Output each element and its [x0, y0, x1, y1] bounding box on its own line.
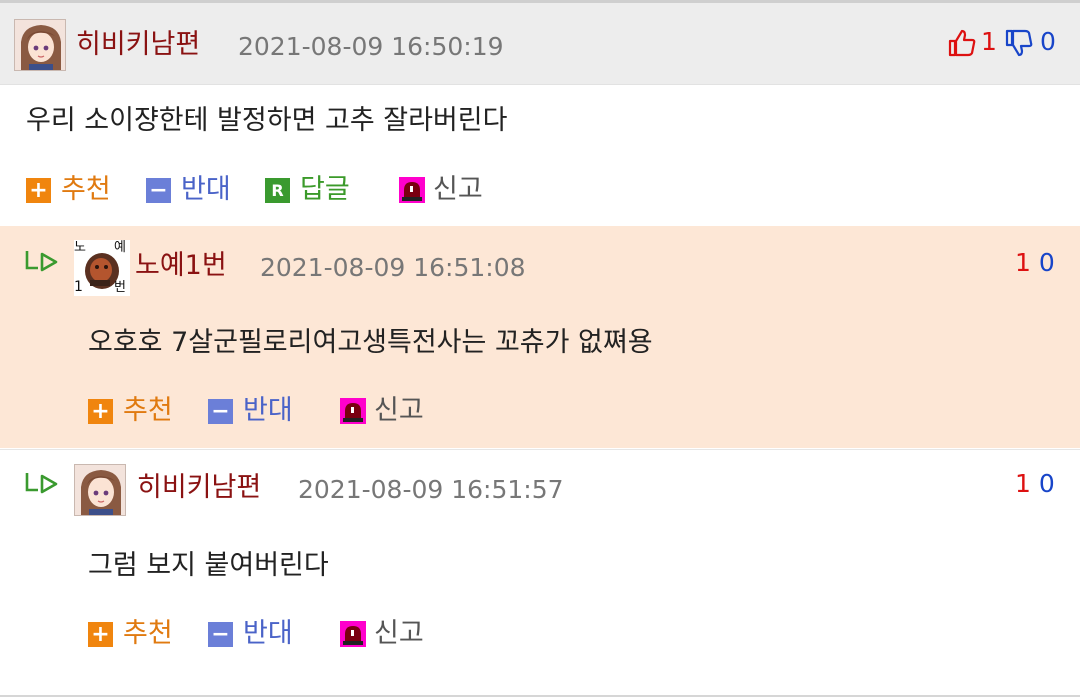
- comment-text: 오호호 7살군필로리여고생특전사는 꼬츄가 없쪄용: [88, 327, 653, 358]
- reply-arrow-icon: [25, 251, 58, 272]
- nickname[interactable]: 히비키남편: [76, 28, 200, 62]
- anime-girl-avatar-icon: [15, 20, 65, 70]
- minus-icon: −: [208, 621, 233, 647]
- oppose-button[interactable]: − 반대: [146, 173, 231, 207]
- recommend-label: 추천: [61, 174, 111, 205]
- comment-text: 그럼 보지 붙여버린다: [88, 550, 329, 581]
- report-button[interactable]: 신고: [340, 617, 424, 651]
- nickname[interactable]: 노예1번: [135, 249, 227, 283]
- thumbs-up-icon[interactable]: [947, 28, 977, 58]
- upvote-count: 1: [1015, 248, 1031, 277]
- oppose-label: 반대: [181, 174, 231, 205]
- report-button[interactable]: 신고: [340, 394, 424, 428]
- plus-icon: +: [26, 177, 51, 203]
- upvote-count: 1: [981, 27, 997, 56]
- downvote-count: 0: [1038, 469, 1055, 498]
- comment-date: 2021-08-09 16:51:57: [298, 475, 564, 504]
- downvote-count: 0: [1040, 27, 1056, 56]
- siren-icon: [340, 621, 366, 647]
- upvote-count: 1: [1015, 469, 1031, 498]
- avatar-glyph: 번: [114, 280, 126, 295]
- siren-icon: [399, 177, 425, 203]
- avatar-glyph: 노: [74, 240, 86, 255]
- divider: [0, 449, 1080, 450]
- comment-date: 2021-08-09 16:50:19: [238, 32, 504, 61]
- recommend-button[interactable]: + 추천: [88, 617, 173, 651]
- reply-button[interactable]: R 답글: [265, 173, 350, 207]
- recommend-label: 추천: [123, 618, 173, 649]
- downvote-count: 0: [1038, 248, 1055, 277]
- report-label: 신고: [374, 618, 424, 649]
- bottom-divider: [0, 695, 1080, 697]
- reply-r-icon: R: [265, 177, 290, 203]
- report-button[interactable]: 신고: [399, 173, 483, 207]
- recommend-button[interactable]: + 추천: [88, 394, 173, 428]
- avatar-glyph: 예: [114, 240, 126, 255]
- oppose-button[interactable]: − 반대: [208, 617, 293, 651]
- report-label: 신고: [374, 395, 424, 426]
- comment-header: 히비키남편 2021-08-09 16:50:19 1 0: [0, 3, 1080, 85]
- recommend-button[interactable]: + 추천: [26, 173, 111, 207]
- thumbs-down-icon[interactable]: [1004, 28, 1034, 58]
- report-label: 신고: [433, 174, 483, 205]
- avatar[interactable]: [74, 464, 126, 516]
- siren-icon: [340, 398, 366, 424]
- avatar[interactable]: 노 예 1 번: [74, 240, 130, 296]
- oppose-label: 반대: [243, 395, 293, 426]
- nickname[interactable]: 히비키남편: [137, 471, 261, 505]
- vote-counts: 1 0: [1015, 467, 1055, 501]
- minus-icon: −: [146, 177, 171, 203]
- minus-icon: −: [208, 398, 233, 424]
- vote-counts: 1 0: [1015, 246, 1055, 280]
- avatar[interactable]: [14, 19, 66, 71]
- oppose-button[interactable]: − 반대: [208, 394, 293, 428]
- oppose-label: 반대: [243, 618, 293, 649]
- avatar-glyph: 1: [74, 279, 83, 295]
- anime-girl-avatar-icon: [75, 465, 125, 515]
- comment-text: 우리 소이쟝한테 발정하면 고추 잘라버린다: [26, 105, 508, 136]
- reply-arrow-icon: [25, 473, 58, 494]
- plus-icon: +: [88, 621, 113, 647]
- plus-icon: +: [88, 398, 113, 424]
- recommend-label: 추천: [123, 395, 173, 426]
- reply-label: 답글: [300, 174, 350, 205]
- comment-date: 2021-08-09 16:51:08: [260, 253, 526, 282]
